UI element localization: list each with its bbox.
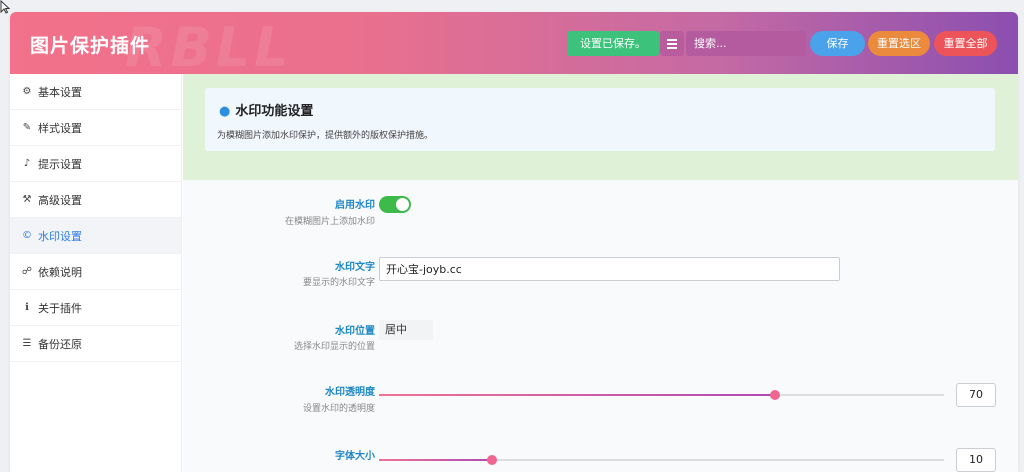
field-description: 要显示的水印文字: [302, 278, 375, 288]
sidebar-item-label: 基本设置: [38, 85, 82, 99]
watermark-position-select[interactable]: 居中: [379, 320, 433, 340]
font-size-slider[interactable]: [379, 455, 944, 465]
sidebar-item-label: 备份还原: [38, 337, 82, 351]
mouse-cursor-icon: [0, 0, 10, 14]
header-watermark: RBLL: [125, 16, 293, 79]
font-size-number-input[interactable]: 10: [956, 448, 996, 472]
enable-watermark-toggle[interactable]: [379, 196, 411, 213]
sidebar-item-label: 依赖说明: [38, 265, 82, 279]
reset-section-button[interactable]: 重置选区: [868, 31, 930, 56]
wrench-icon: ⚒: [22, 194, 32, 205]
slider-fill: [379, 394, 775, 396]
settings-panel: ● 水印功能设置 为模糊图片添加水印保护，提供额外的版权保护措施。 启用水印 在模…: [183, 74, 1018, 472]
brush-icon: ✎: [22, 122, 32, 133]
sidebar: ⚙ 基本设置 ✎ 样式设置 ♪ 提示设置 ⚒ 高级设置 © 水印设置 ☍ 依赖说明 ℹ 关于插…: [10, 74, 182, 472]
sidebar-item-advanced[interactable]: ⚒ 高级设置: [10, 182, 181, 218]
opacity-number-input[interactable]: 70: [956, 383, 996, 407]
section-card: ● 水印功能设置 为模糊图片添加水印保护，提供额外的版权保护措施。: [205, 88, 995, 151]
slider-fill: [379, 459, 492, 461]
header-bar: RBLL 图片保护插件 设置已保存。 保存 重置选区 重置全部: [10, 12, 1018, 79]
reset-all-button[interactable]: 重置全部: [934, 31, 997, 56]
field-label: 水印位置: [335, 326, 375, 337]
sidebar-item-watermark[interactable]: © 水印设置: [10, 218, 181, 254]
sidebar-item-about[interactable]: ℹ 关于插件: [10, 290, 181, 326]
droplet-icon: ●: [219, 104, 231, 119]
sidebar-item-basic[interactable]: ⚙ 基本设置: [10, 74, 181, 110]
sidebar-item-label: 关于插件: [38, 301, 82, 315]
page-title: 图片保护插件: [30, 35, 151, 57]
list-icon: [667, 39, 677, 41]
gear-icon: ⚙: [22, 86, 32, 97]
list-icon-line: [667, 47, 677, 49]
field-description: 在模糊图片上添加水印: [284, 217, 375, 227]
sidebar-item-label: 高级设置: [38, 193, 82, 207]
sitemap-icon: ☍: [21, 266, 33, 277]
sidebar-item-label: 水印设置: [38, 229, 82, 243]
toggle-knob: [396, 198, 409, 211]
sidebar-item-style[interactable]: ✎ 样式设置: [10, 110, 181, 146]
section-heading: ● 水印功能设置: [219, 100, 313, 119]
copyright-icon: ©: [22, 230, 32, 241]
search-input[interactable]: [686, 31, 806, 56]
save-button[interactable]: 保存: [810, 31, 865, 56]
sidebar-item-label: 样式设置: [38, 121, 82, 135]
slider-handle[interactable]: [487, 455, 497, 465]
section-title: 水印功能设置: [235, 104, 314, 119]
plugin-settings-window: RBLL 图片保护插件 设置已保存。 保存 重置选区 重置全部 ⚙ 基本设置 ✎ 样…: [10, 12, 1018, 472]
list-menu-button[interactable]: [660, 31, 684, 56]
watermark-text-input[interactable]: [379, 257, 840, 281]
field-description: 设置水印的透明度: [302, 404, 375, 414]
field-label: 水印文字: [335, 262, 375, 273]
sidebar-item-dependencies[interactable]: ☍ 依赖说明: [10, 254, 181, 290]
field-label: 启用水印: [335, 200, 375, 211]
field-description: 选择水印显示的位置: [293, 342, 375, 352]
info-icon: ℹ: [25, 302, 29, 313]
database-icon: ☰: [22, 338, 32, 349]
section-description: 为模糊图片添加水印保护，提供额外的版权保护措施。: [217, 131, 434, 141]
slider-handle[interactable]: [769, 390, 780, 400]
field-label: 水印透明度: [325, 387, 375, 398]
opacity-slider[interactable]: [379, 390, 944, 400]
sidebar-item-backup[interactable]: ☰ 备份还原: [10, 326, 181, 362]
bell-icon: ♪: [23, 158, 31, 169]
sidebar-item-notice[interactable]: ♪ 提示设置: [10, 146, 181, 182]
sidebar-item-label: 提示设置: [38, 157, 82, 171]
section-banner: ● 水印功能设置 为模糊图片添加水印保护，提供额外的版权保护措施。: [183, 74, 1018, 180]
list-icon-line: [667, 43, 677, 45]
saved-status-badge: 设置已保存。: [567, 31, 659, 56]
